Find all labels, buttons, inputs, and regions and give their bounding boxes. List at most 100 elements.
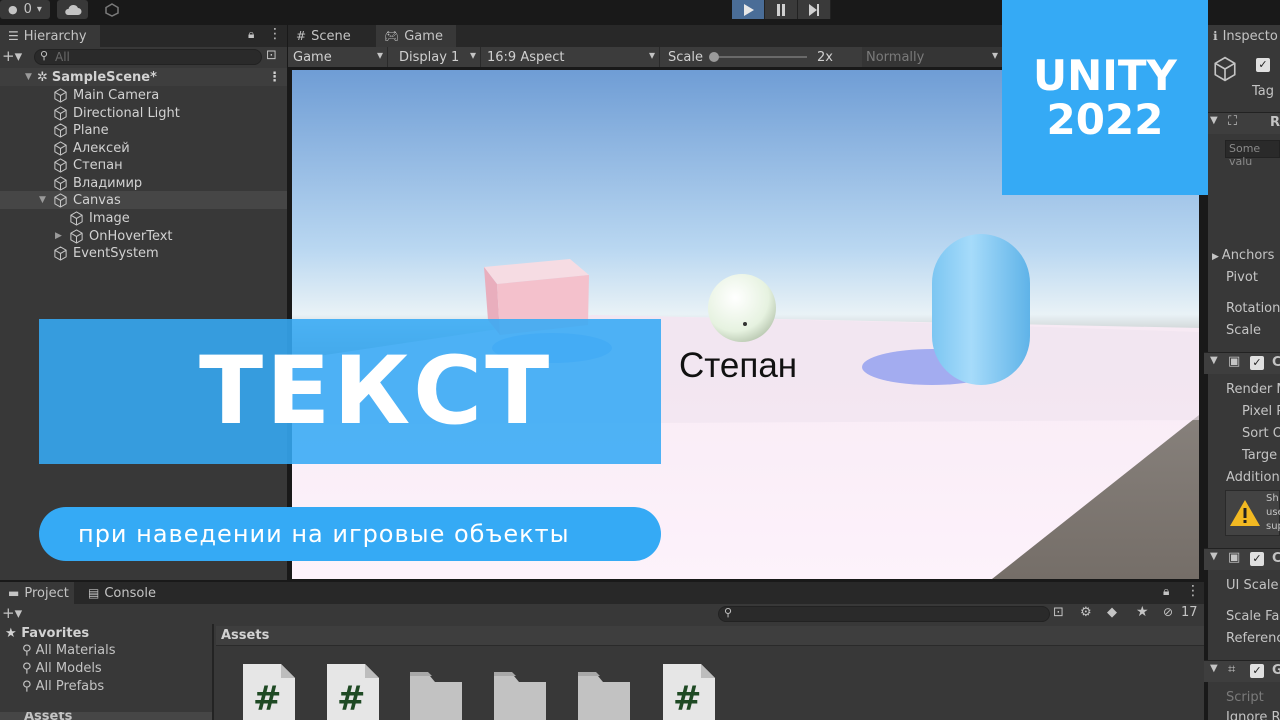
hierarchy-item[interactable]: Plane [0,121,287,139]
folder-icon: ▬ [8,586,20,600]
active-checkbox[interactable]: ✓ [1256,58,1270,72]
asset-item[interactable]: # [241,664,295,720]
favorite-item-label: All Materials [35,643,116,658]
graphic-raycaster-header[interactable]: ▼ ⌗ ✓ G [1204,660,1280,682]
star-icon[interactable]: ★ [1136,604,1149,620]
favorite-item[interactable]: ⚲ All Models [22,661,102,676]
tab-hierarchy[interactable]: ☰ Hierarchy [0,25,100,47]
favorite-item[interactable]: ⚲ All Prefabs [22,679,104,694]
enabled-checkbox[interactable]: ✓ [1250,552,1264,566]
project-search[interactable]: ⚲ [718,606,1050,622]
lock-icon[interactable]: 🔒︎ [248,27,254,42]
favorite-item[interactable]: ⚲ All Materials [22,643,116,658]
enabled-checkbox[interactable]: ✓ [1250,664,1264,678]
asset-item[interactable]: # [661,664,715,720]
hierarchy-item[interactable]: Владимир [0,174,287,192]
hidden-eye-icon[interactable]: ⊘ [1163,605,1173,619]
folder-icon [578,672,630,720]
rect-transform-header[interactable]: ▼ ⛶ R [1204,112,1280,134]
collapsed-caret-icon: ▶ [1212,252,1222,262]
add-button[interactable]: +▾ [2,47,22,65]
play-mode-dropdown[interactable]: Normally [862,47,1002,67]
hierarchy-item[interactable]: Image [0,209,287,227]
inspector-tabbar: ℹ Inspecto [1208,25,1280,47]
grid-icon: # [296,29,307,43]
favorites-row[interactable]: ★ Favorites [5,626,89,641]
tab-inspector[interactable]: ℹ Inspecto [1208,25,1280,47]
gameobject-icon [54,140,67,156]
tab-project[interactable]: ▬ Project [0,582,74,604]
game-mode-dropdown[interactable]: Game [288,47,388,67]
label-icon[interactable]: ◆ [1107,605,1117,620]
gameobject-icon [70,210,83,226]
assets-header: Assets [216,626,1204,646]
aspect-dropdown[interactable]: 16:9 Aspect [482,47,660,67]
account-label: 0 [23,2,32,17]
cloud-icon [64,4,81,15]
scene-row[interactable]: ▼ ✲ SampleScene* ⋮ [0,68,287,86]
more-menu-icon[interactable]: ⋮ [268,26,282,42]
hierarchy-item[interactable]: Directional Light [0,104,287,122]
blue-capsule[interactable] [932,234,1030,385]
scale-slider[interactable] [708,52,807,62]
render-mode-label: Render M [1226,382,1280,397]
additional-label: Additiona [1226,470,1280,485]
inspector-tab-label: Inspecto [1222,28,1278,44]
gamepad-icon: 🎮︎ [384,29,400,43]
search-by-type-icon[interactable]: ⊡ [1053,605,1064,620]
play-button[interactable] [732,0,765,19]
cloud-button[interactable] [57,0,88,19]
scene-menu-icon[interactable]: ⋮ [268,70,281,85]
collapsed-caret-icon[interactable]: ▶ [55,231,65,241]
white-sphere[interactable] [708,274,776,342]
hierarchy-item[interactable]: Main Camera [0,86,287,104]
gameobject-icon [54,122,67,138]
asset-item[interactable] [409,664,463,720]
hierarchy-item[interactable]: Степан [0,156,287,174]
collab-button[interactable] [96,0,127,19]
asset-item[interactable] [493,664,547,720]
pause-button[interactable] [765,0,798,19]
filter-icon[interactable]: ⚙ [1080,605,1092,620]
hierarchy-item[interactable]: Алексей [0,139,287,157]
hierarchy-item-label: Image [89,210,130,226]
canvas-icon: ▣ [1228,354,1241,369]
step-icon [809,3,819,16]
hierarchy-item[interactable]: ▼ Canvas [0,191,287,209]
step-button[interactable] [798,0,831,19]
add-button[interactable]: +▾ [2,604,22,622]
tab-scene[interactable]: # Scene [288,25,376,47]
raycaster-icon: ⌗ [1228,662,1236,677]
hierarchy-tab-label: Hierarchy [23,28,87,44]
scale-slider-handle[interactable] [708,52,719,62]
tab-game[interactable]: 🎮︎ Game [376,25,456,47]
more-menu-icon[interactable]: ⋮ [1186,583,1200,599]
warning-box: Sh use sup [1225,490,1280,536]
asset-item[interactable] [577,664,631,720]
canvas-header[interactable]: ▼ ▣ ✓ C [1204,352,1280,374]
hierarchy-item-label: Алексей [73,140,130,156]
canvas-scaler-header[interactable]: ▼ ▣ ✓ C [1204,548,1280,570]
anchors-label[interactable]: ▶ Anchors [1212,248,1274,263]
fold-caret-icon: ▼ [1210,663,1218,674]
enabled-checkbox[interactable]: ✓ [1250,356,1264,370]
hierarchy-item[interactable]: ▶ OnHoverText [0,227,287,245]
assets-breadcrumb[interactable]: Assets [221,628,269,643]
asset-item[interactable]: # [325,664,379,720]
search-options-icon[interactable]: ⊡ [266,48,277,63]
tab-console[interactable]: ▤ Console [80,582,170,604]
lock-icon[interactable]: 🔒︎ [1163,584,1169,599]
gameobject-icon [54,192,67,208]
display-dropdown[interactable]: Display 1 [393,47,481,67]
hierarchy-search[interactable]: ⚲ All [34,49,262,65]
some-value-field[interactable]: Some valu [1225,140,1280,168]
hierarchy-item[interactable]: EventSystem [0,244,287,262]
expand-caret-icon[interactable]: ▼ [25,72,35,82]
hidden-count: 17 [1181,605,1198,620]
assets-tree-row[interactable]: Assets [0,712,212,720]
expand-caret-icon[interactable]: ▼ [39,195,49,205]
rect-transform-icon: ⛶ [1228,114,1238,129]
account-dropdown[interactable]: ● 0 ▾ [0,0,50,19]
view-tabbar: # Scene 🎮︎ Game [288,25,1004,47]
gameobject-icon [54,175,67,191]
